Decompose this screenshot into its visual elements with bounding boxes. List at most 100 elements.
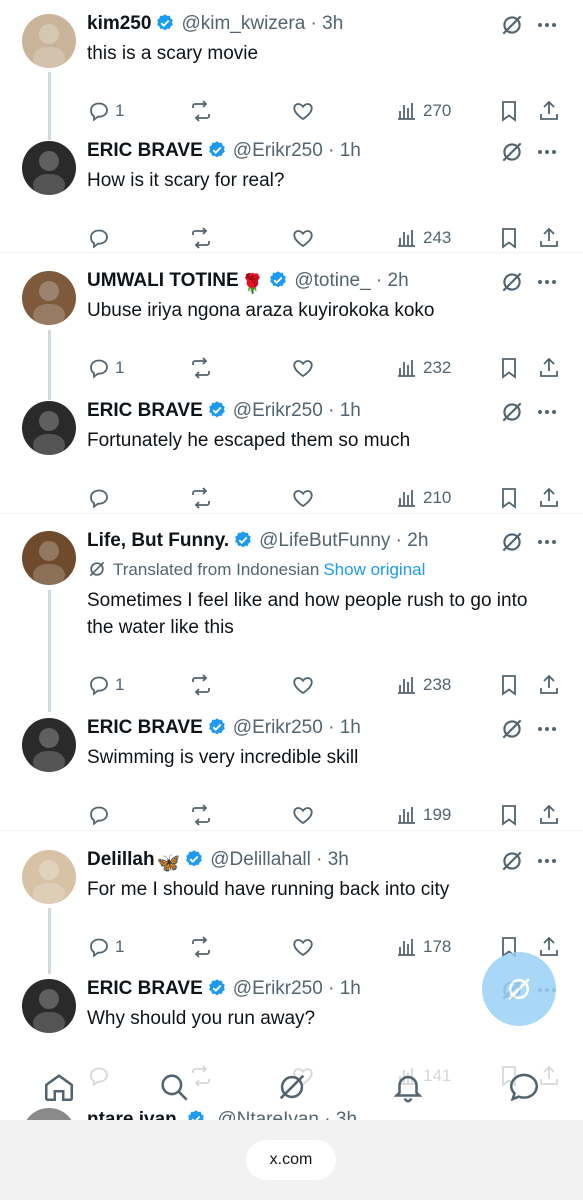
author-name[interactable]: ERIC BRAVE [87, 717, 203, 738]
reply-button[interactable]: 1 [87, 671, 124, 699]
peek-header: ntare ivan @NtareIvan · 3h [87, 1108, 357, 1120]
avatar[interactable] [22, 141, 76, 195]
like-button[interactable] [291, 484, 315, 512]
avatar[interactable] [22, 14, 76, 68]
author-name[interactable]: ERIC BRAVE [87, 140, 203, 161]
avatar[interactable] [22, 850, 76, 904]
share-button[interactable] [537, 354, 561, 382]
author-handle[interactable]: @LifeButFunny [259, 530, 390, 551]
timestamp: · 3h [305, 13, 344, 34]
views-button[interactable]: 270 [395, 97, 451, 125]
author-handle[interactable]: @Erikr250 [233, 978, 323, 999]
retweet-button[interactable] [189, 484, 213, 512]
more-icon[interactable] [535, 271, 559, 293]
avatar[interactable] [22, 401, 76, 455]
author-handle[interactable]: @Erikr250 [233, 717, 323, 738]
avatar[interactable] [22, 979, 76, 1033]
reply-button[interactable]: 1 [87, 354, 124, 382]
views-button[interactable]: 178 [395, 933, 451, 961]
grok-icon[interactable] [499, 399, 525, 425]
views-count: 243 [423, 228, 452, 247]
grok-icon[interactable] [499, 269, 525, 295]
author-name[interactable]: Delillah [87, 849, 155, 870]
share-button[interactable] [537, 671, 561, 699]
grok-icon[interactable] [499, 716, 525, 742]
author-name[interactable]: kim250 [87, 13, 151, 34]
retweet-button[interactable] [189, 933, 213, 961]
author-handle[interactable]: @Erikr250 [233, 400, 323, 421]
thread-line [48, 72, 51, 140]
share-button[interactable] [537, 933, 561, 961]
reply-button[interactable]: 1 [87, 97, 124, 125]
more-icon[interactable] [535, 141, 559, 163]
reply-button[interactable] [87, 801, 111, 829]
thread-line [48, 330, 51, 400]
translated-label: Translated from Indonesian [113, 560, 320, 579]
timestamp: · 1h [322, 400, 361, 421]
grok-icon[interactable] [499, 139, 525, 165]
views-button[interactable]: 199 [395, 801, 451, 829]
like-button[interactable] [291, 801, 315, 829]
author-handle[interactable]: @Erikr250 [233, 140, 323, 161]
bookmark-button[interactable] [497, 671, 521, 699]
more-icon[interactable] [535, 531, 559, 553]
show-original-link[interactable]: Show original [323, 560, 425, 579]
thread-line [48, 908, 51, 974]
author-handle[interactable]: @kim_kwizera [181, 13, 305, 34]
reply-button[interactable] [87, 224, 111, 252]
like-button[interactable] [291, 671, 315, 699]
retweet-button[interactable] [189, 671, 213, 699]
bookmark-button[interactable] [497, 224, 521, 252]
avatar[interactable] [22, 531, 76, 585]
more-icon[interactable] [535, 401, 559, 423]
grok-icon[interactable] [499, 848, 525, 874]
url-bar[interactable]: x.com [246, 1140, 336, 1180]
retweet-button[interactable] [189, 801, 213, 829]
more-icon[interactable] [535, 718, 559, 740]
bookmark-button[interactable] [497, 484, 521, 512]
tweet-text: this is a scary movie [87, 43, 259, 64]
avatar[interactable] [22, 271, 76, 325]
author-handle[interactable]: @Delillahall [210, 849, 311, 870]
share-button[interactable] [537, 224, 561, 252]
more-icon[interactable] [535, 14, 559, 36]
retweet-button[interactable] [189, 354, 213, 382]
author-name[interactable]: ERIC BRAVE [87, 978, 203, 999]
share-button[interactable] [537, 97, 561, 125]
like-button[interactable] [291, 933, 315, 961]
bookmark-button[interactable] [497, 801, 521, 829]
author-name[interactable]: Life, But Funny. [87, 530, 229, 551]
author-name[interactable]: ERIC BRAVE [87, 400, 203, 421]
grok-icon[interactable] [499, 12, 525, 38]
author-handle[interactable]: @totine_ [294, 270, 370, 291]
like-button[interactable] [291, 354, 315, 382]
timestamp: · 1h [322, 140, 361, 161]
bookmark-button[interactable] [497, 97, 521, 125]
tweet-text: Ubuse iriya ngona araza kuyirokoka koko [87, 300, 435, 321]
retweet-button[interactable] [189, 97, 213, 125]
translation-note: Translated from Indonesian Show original [87, 559, 425, 581]
share-button[interactable] [537, 484, 561, 512]
reply-count: 1 [115, 937, 125, 956]
views-button[interactable]: 243 [395, 224, 451, 252]
views-button[interactable]: 210 [395, 484, 451, 512]
grok-icon [508, 978, 530, 1000]
views-button[interactable]: 232 [395, 354, 451, 382]
share-button[interactable] [537, 801, 561, 829]
views-button[interactable]: 238 [395, 671, 451, 699]
bookmark-button[interactable] [497, 354, 521, 382]
reply-button[interactable]: 1 [87, 933, 124, 961]
like-button[interactable] [291, 97, 315, 125]
reply-button[interactable] [87, 484, 111, 512]
peek-tweet[interactable]: ntare ivan @NtareIvan · 3h [0, 1098, 583, 1120]
tweet-actions: 243 [87, 224, 567, 252]
retweet-button[interactable] [189, 224, 213, 252]
grok-icon[interactable] [499, 529, 525, 555]
like-button[interactable] [291, 224, 315, 252]
views-count: 238 [423, 675, 452, 694]
avatar[interactable] [22, 718, 76, 772]
author-name[interactable]: UMWALI TOTINE [87, 270, 239, 291]
reply-icon [90, 489, 108, 509]
more-icon[interactable] [535, 850, 559, 872]
grok-fab-button[interactable] [482, 952, 556, 1026]
